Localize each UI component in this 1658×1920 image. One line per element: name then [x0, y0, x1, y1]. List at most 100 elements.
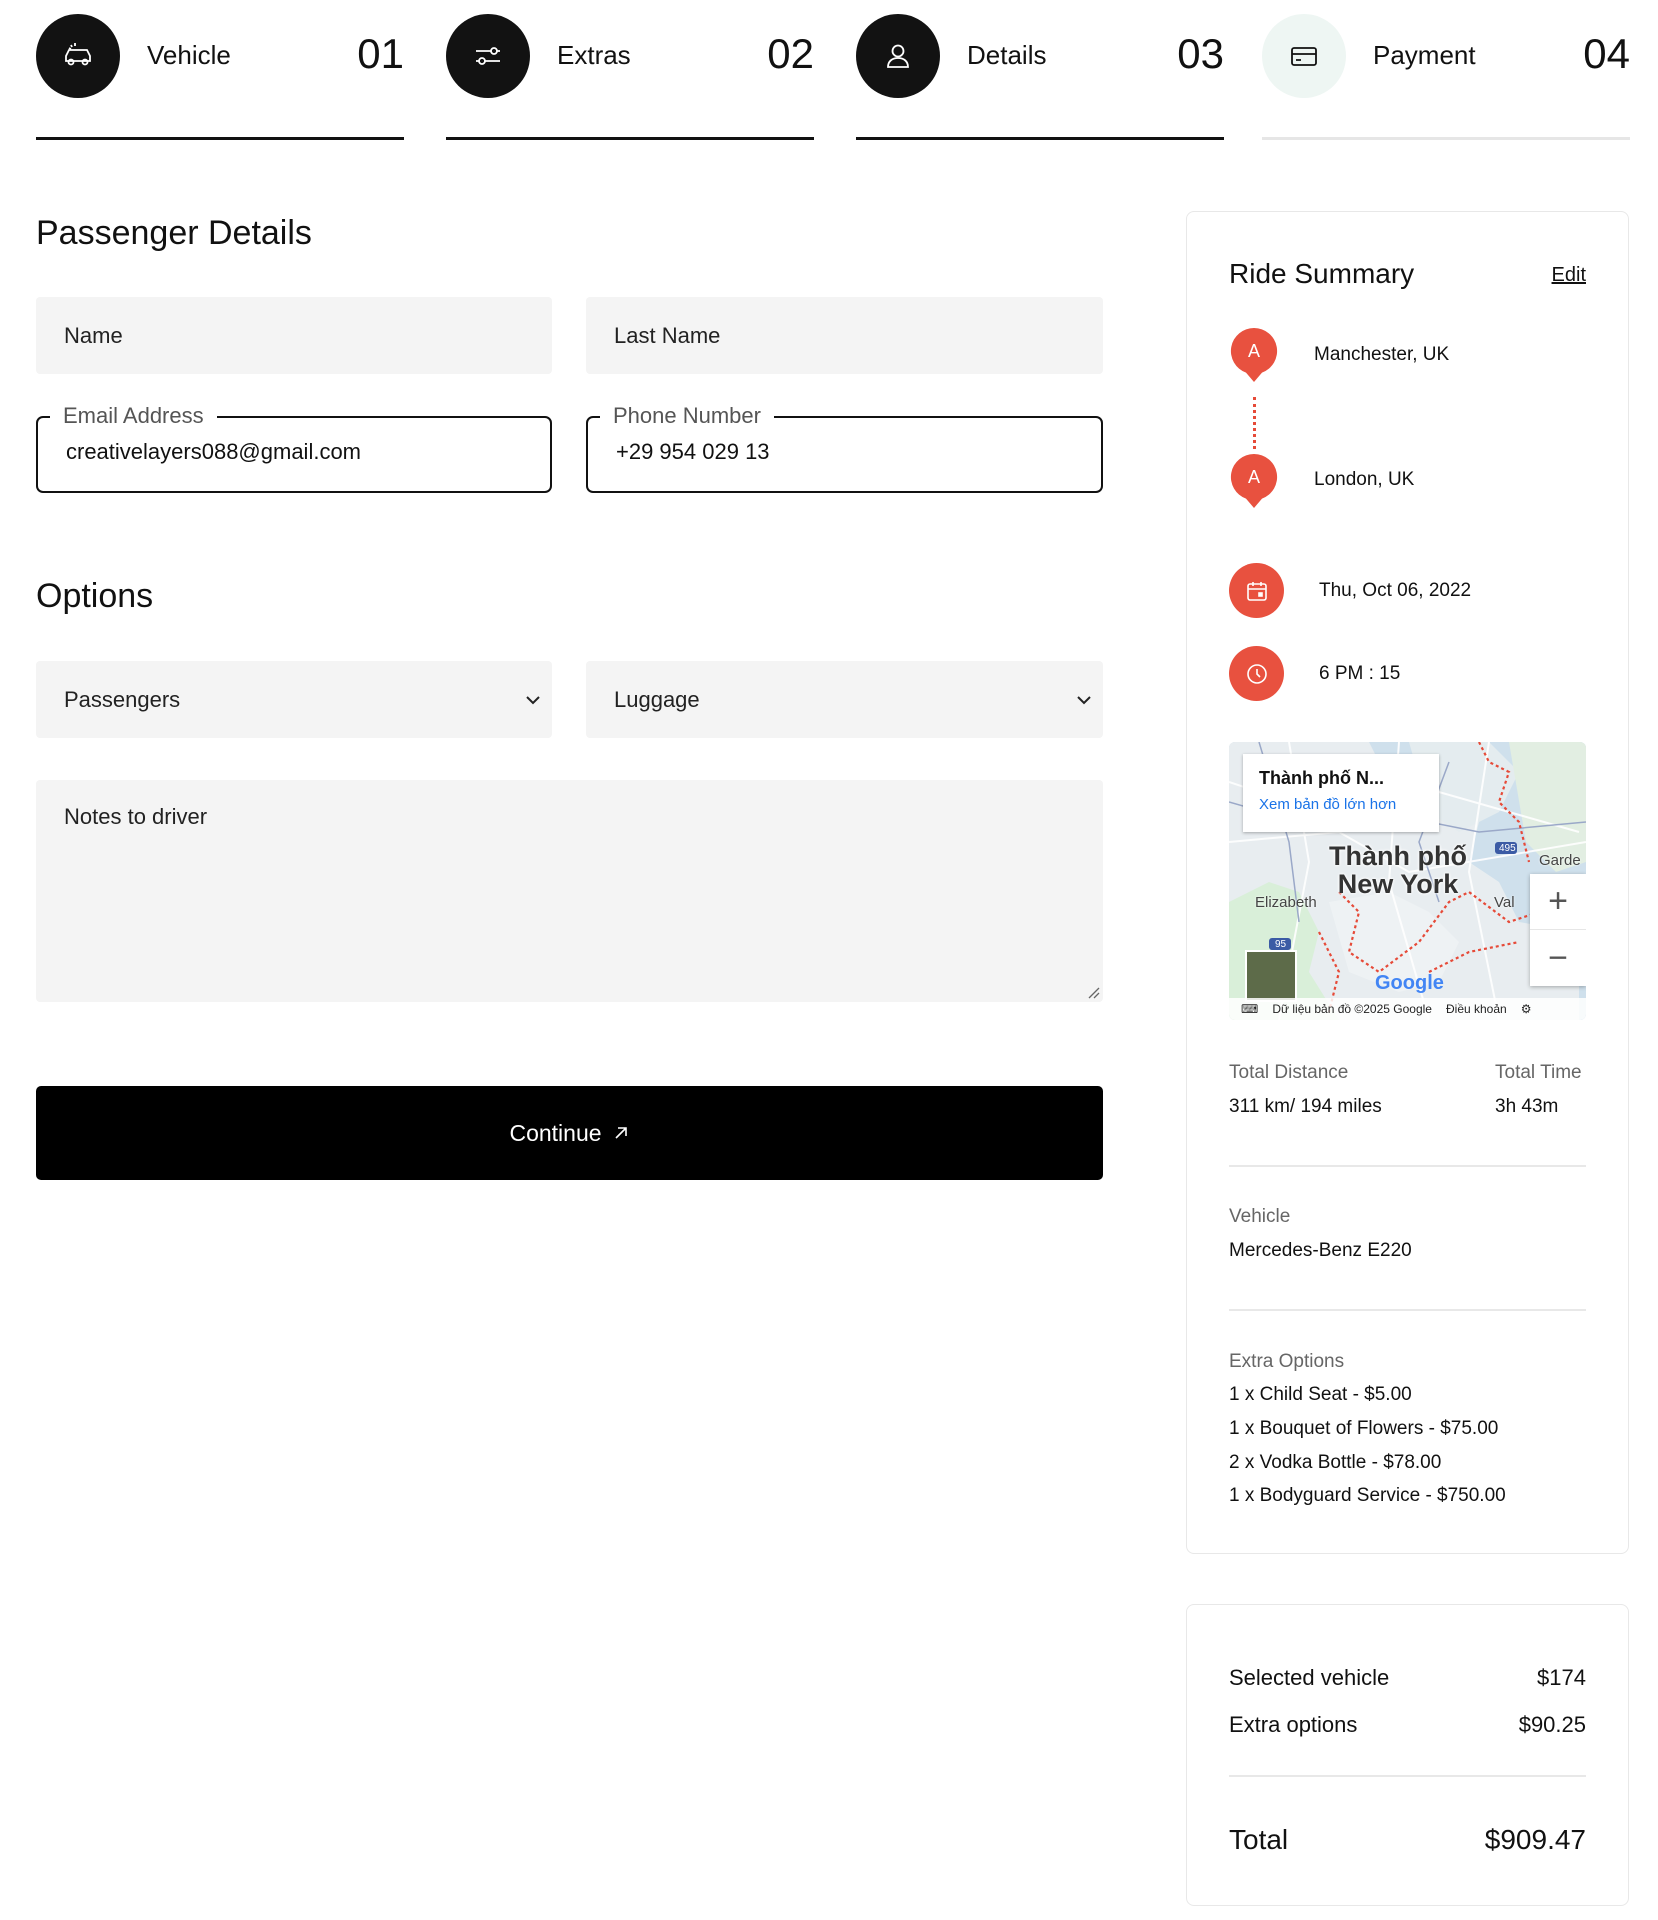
passenger-details-title: Passenger Details — [36, 214, 312, 252]
price-card: Selected vehicle $174 Extra options $90.… — [1186, 1604, 1629, 1906]
chevron-down-icon — [1077, 695, 1091, 704]
map-label-garden: Garde — [1539, 852, 1581, 869]
phone-value: +29 954 029 13 — [616, 439, 770, 464]
satellite-toggle[interactable] — [1245, 950, 1297, 1002]
ride-date: Thu, Oct 06, 2022 — [1319, 580, 1472, 601]
step-number: 03 — [1177, 30, 1224, 77]
vehicle-label: Vehicle — [1229, 1206, 1291, 1227]
notes-textarea[interactable]: Notes to driver — [36, 780, 1103, 1002]
extra-option-item: 1 x Child Seat - $5.00 — [1229, 1384, 1412, 1405]
email-field[interactable]: Email Address creativelayers088@gmail.co… — [36, 403, 552, 493]
arrow-up-right-icon — [614, 1127, 627, 1139]
pickup-location: Manchester, UK — [1314, 344, 1450, 365]
car-icon — [36, 14, 120, 98]
total-row: Total $909.47 — [1229, 1824, 1586, 1856]
step-payment[interactable]: Payment 04 — [1262, 14, 1630, 142]
map-settings-icon[interactable]: ⚙ — [1521, 1002, 1532, 1016]
map-data-credit: Dữ liệu bản đồ ©2025 Google — [1272, 1002, 1432, 1016]
divider — [1229, 1309, 1586, 1311]
ride-time: 6 PM : 15 — [1319, 663, 1401, 684]
keyboard-icon[interactable]: ⌨ — [1241, 1002, 1258, 1016]
divider — [1229, 1775, 1586, 1777]
step-label: Extras — [557, 40, 631, 70]
total-price: $909.47 — [1484, 1824, 1586, 1855]
selected-vehicle-row: Selected vehicle $174 — [1229, 1665, 1586, 1691]
passengers-select[interactable]: Passengers — [36, 661, 552, 738]
total-time-label: Total Time — [1495, 1062, 1582, 1083]
map-pin-icon: A — [1230, 327, 1278, 382]
pickup-marker-label: A — [1248, 341, 1260, 361]
step-extras[interactable]: Extras 02 — [446, 14, 814, 142]
google-logo: Google — [1375, 972, 1444, 994]
map-city-label: Thành phố New York — [1329, 842, 1467, 898]
passengers-select-label: Passengers — [64, 686, 181, 712]
highway-shield-95: 95 — [1275, 939, 1287, 950]
step-details[interactable]: Details 03 — [856, 14, 1224, 142]
zoom-in-button[interactable]: + — [1530, 874, 1586, 930]
step-number: 01 — [357, 30, 404, 77]
extra-options-price: $90.25 — [1518, 1712, 1586, 1737]
edit-link[interactable]: Edit — [1552, 264, 1586, 287]
extra-options-label: Extra Options — [1229, 1351, 1345, 1372]
ride-summary-title: Ride Summary — [1229, 258, 1415, 289]
step-progress-bar — [446, 137, 814, 140]
view-larger-map-link[interactable]: Xem bản đồ lớn hơn — [1259, 796, 1396, 813]
step-progress-bar — [1262, 137, 1630, 140]
step-vehicle[interactable]: Vehicle 01 — [36, 14, 404, 142]
map-footer: ⌨ Dữ liệu bản đồ ©2025 Google Điều khoản… — [1229, 998, 1586, 1020]
continue-label: Continue — [509, 1119, 602, 1146]
route-line — [1253, 397, 1256, 449]
options-title: Options — [36, 577, 154, 615]
zoom-out-button[interactable]: − — [1530, 930, 1586, 986]
total-time-value: 3h 43m — [1495, 1096, 1559, 1117]
map-zoom-controls: + − — [1530, 874, 1586, 986]
phone-label: Phone Number — [600, 403, 774, 429]
sliders-icon — [446, 14, 530, 98]
dropoff-marker-label: A — [1248, 467, 1260, 487]
resize-handle-icon[interactable] — [1086, 985, 1100, 999]
continue-button[interactable]: Continue — [36, 1086, 1103, 1180]
step-label: Details — [967, 40, 1047, 70]
phone-field[interactable]: Phone Number +29 954 029 13 — [586, 403, 1103, 493]
card-icon — [1262, 14, 1346, 98]
map-terms-link[interactable]: Điều khoản — [1446, 1002, 1507, 1016]
extra-options-price-label: Extra options — [1229, 1712, 1358, 1737]
total-label: Total — [1229, 1824, 1289, 1855]
chevron-down-icon — [526, 695, 540, 704]
route-map[interactable]: Thành phố N... Xem bản đồ lớn hơn Thành … — [1229, 742, 1586, 1020]
map-pin-icon: A — [1230, 453, 1278, 508]
step-number: 04 — [1583, 30, 1630, 77]
notes-placeholder: Notes to driver — [64, 804, 208, 829]
map-info-box: Thành phố N... Xem bản đồ lớn hơn — [1243, 754, 1439, 832]
divider — [1229, 1165, 1586, 1167]
extra-option-item: 2 x Vodka Bottle - $78.00 — [1229, 1452, 1442, 1473]
dropoff-location: London, UK — [1314, 469, 1415, 490]
luggage-select[interactable]: Luggage — [586, 661, 1103, 738]
extra-options-row: Extra options $90.25 — [1229, 1712, 1586, 1738]
calendar-icon — [1229, 563, 1284, 618]
total-distance-value: 311 km/ 194 miles — [1229, 1096, 1382, 1117]
clock-icon — [1229, 646, 1284, 701]
booking-stepper: Vehicle 01 Extras 02 Details 03 Payment … — [36, 14, 1630, 142]
name-input[interactable]: Name — [36, 297, 552, 374]
selected-vehicle-label: Selected vehicle — [1229, 1665, 1390, 1690]
total-distance-label: Total Distance — [1229, 1062, 1349, 1083]
map-city-line1: Thành phố — [1329, 841, 1467, 871]
last-name-input[interactable]: Last Name — [586, 297, 1103, 374]
user-icon — [856, 14, 940, 98]
step-label: Payment — [1373, 40, 1476, 70]
ride-summary-card: Ride Summary Edit A Manchester, UK A Lon… — [1186, 211, 1629, 1554]
name-placeholder: Name — [64, 322, 123, 348]
map-place-title: Thành phố N... — [1259, 768, 1384, 788]
last-name-placeholder: Last Name — [614, 322, 721, 348]
step-label: Vehicle — [147, 40, 231, 70]
extra-option-item: 1 x Bouquet of Flowers - $75.00 — [1229, 1418, 1499, 1439]
map-city-line2: New York — [1337, 869, 1459, 899]
extra-option-item: 1 x Bodyguard Service - $750.00 — [1229, 1485, 1506, 1506]
email-value: creativelayers088@gmail.com — [66, 439, 362, 464]
step-progress-bar — [856, 137, 1224, 140]
map-label-val: Val — [1494, 894, 1515, 911]
email-label: Email Address — [50, 403, 217, 429]
selected-vehicle-price: $174 — [1537, 1665, 1586, 1690]
vehicle-value: Mercedes-Benz E220 — [1229, 1240, 1412, 1261]
